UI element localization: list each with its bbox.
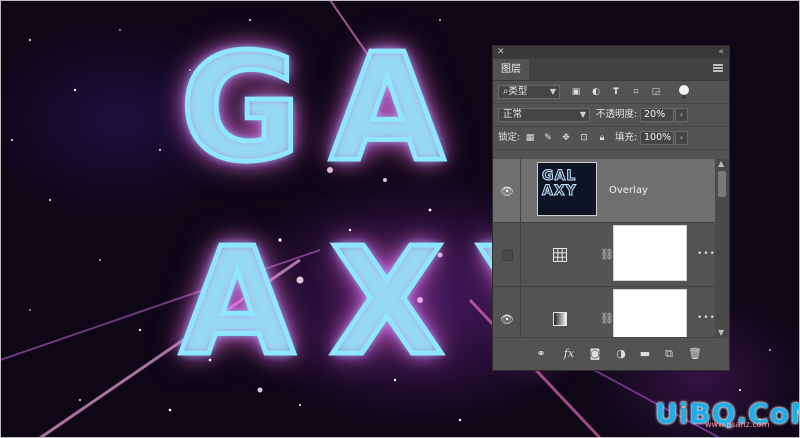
scroll-down-icon[interactable]: ▼ xyxy=(718,328,724,337)
opacity-label: 不透明度: xyxy=(596,109,638,120)
lock-position-icon[interactable]: ✥ xyxy=(561,133,571,143)
filter-kind-select[interactable]: ⌕类型 ▼ xyxy=(498,85,560,99)
visibility-toggle[interactable] xyxy=(493,223,521,287)
opacity-input[interactable]: 20% xyxy=(640,108,674,122)
eye-icon: 👁︎ xyxy=(500,185,514,198)
gradient-adjustment-icon[interactable] xyxy=(553,312,567,326)
lock-artboard-icon[interactable]: ⊡ xyxy=(579,133,589,143)
link-icon[interactable]: ⚭ xyxy=(533,346,549,362)
chain-link-icon[interactable]: ⛓︎ xyxy=(600,248,614,261)
layer-mask-thumbnail[interactable] xyxy=(613,289,687,337)
visibility-toggle[interactable]: 👁︎ xyxy=(493,159,521,223)
chevron-down-icon: ▼ xyxy=(579,110,586,119)
panel-titlebar: ✕ « xyxy=(493,46,729,59)
blend-mode-select[interactable]: 正常 ▼ xyxy=(498,108,590,122)
layer-name[interactable]: Overlay xyxy=(609,185,648,196)
lock-all-icon[interactable]: 🔒︎ xyxy=(597,133,607,143)
hidden-visibility-box xyxy=(502,250,513,261)
smart-object-filter-icon[interactable]: ◲ xyxy=(651,87,661,97)
fill-input[interactable]: 100% xyxy=(640,131,674,145)
chain-link-icon[interactable]: ⛓︎ xyxy=(600,312,614,325)
letter-g: G xyxy=(177,22,304,194)
layer-mask-thumbnail[interactable] xyxy=(613,225,687,281)
lock-pixels-icon[interactable]: ✎ xyxy=(543,133,553,143)
close-icon[interactable]: ✕ xyxy=(497,46,505,59)
mask-icon[interactable]: ◙ xyxy=(587,346,603,362)
fx-icon[interactable]: fx xyxy=(561,346,577,362)
letter-a-row2: A xyxy=(178,216,298,388)
grid-adjustment-icon[interactable] xyxy=(553,248,567,262)
filter-kind-value: 类型 xyxy=(508,86,528,97)
blend-row: 正常 ▼ 不透明度: 20% › xyxy=(493,104,729,127)
chevron-down-icon: ▼ xyxy=(549,87,556,96)
trash-icon[interactable]: 🗑︎ xyxy=(687,346,703,362)
tab-layers[interactable]: 图层 xyxy=(493,59,529,80)
collapse-icon[interactable]: « xyxy=(718,46,724,59)
visibility-toggle[interactable]: 👁︎ xyxy=(493,287,521,337)
fill-slider-toggle[interactable]: › xyxy=(675,131,688,145)
filter-row: ⌕类型 ▼ ▣ ◐ T ⌗ ◲ xyxy=(493,81,729,104)
shape-filter-icon[interactable]: ⌗ xyxy=(631,87,641,97)
letter-a: A xyxy=(328,22,448,194)
panel-menu-icon[interactable] xyxy=(713,64,723,72)
layers-panel: ✕ « 图层 ⌕类型 ▼ ▣ ◐ T ⌗ ◲ 正常 ▼ 不透明度: 20% › … xyxy=(492,45,730,371)
lock-transparent-icon[interactable]: ▦ xyxy=(525,133,535,143)
watermark-url: www.psahz.com xyxy=(705,420,770,429)
panel-footer: ⚭ fx ◙ ◑ ▬ ⧉ 🗑︎ xyxy=(493,337,729,370)
lock-row: 锁定: ▦ ✎ ✥ ⊡ 🔒︎ 填充: 100% › xyxy=(493,127,729,150)
lock-label: 锁定: xyxy=(498,132,521,143)
adjustment-icon[interactable]: ◑ xyxy=(613,346,629,362)
more-icon[interactable]: ••• xyxy=(697,249,715,259)
layers-list: 👁︎ GAL AXY Overlay ⛓︎ ••• 👁︎ ⛓︎ ••• xyxy=(493,159,715,337)
layer-row-gradient-adjustment[interactable]: 👁︎ ⛓︎ ••• xyxy=(493,287,715,337)
more-icon[interactable]: ••• xyxy=(697,313,715,323)
eye-icon: 👁︎ xyxy=(500,313,514,326)
filter-toggle-knob xyxy=(679,85,689,95)
fill-label: 填充: xyxy=(615,132,638,143)
image-filter-icon[interactable]: ▣ xyxy=(571,87,581,97)
blend-mode-value: 正常 xyxy=(503,109,523,120)
adjustment-filter-icon[interactable]: ◐ xyxy=(591,87,601,97)
new-layer-icon[interactable]: ⧉ xyxy=(661,346,677,362)
layer-row-grid-adjustment[interactable]: ⛓︎ ••• xyxy=(493,223,715,287)
thumbnail-text: GAL AXY xyxy=(542,168,577,199)
panel-tabbar: 图层 xyxy=(493,59,729,81)
folder-icon[interactable]: ▬ xyxy=(637,346,653,362)
scroll-up-icon[interactable]: ▲ xyxy=(718,159,724,168)
type-filter-icon[interactable]: T xyxy=(611,87,621,97)
layer-row-overlay[interactable]: 👁︎ GAL AXY Overlay xyxy=(493,159,715,223)
opacity-slider-toggle[interactable]: › xyxy=(675,108,688,122)
scroll-thumb[interactable] xyxy=(718,171,726,197)
filter-toggle[interactable] xyxy=(679,85,689,99)
layer-thumbnail[interactable]: GAL AXY xyxy=(537,162,597,216)
layers-scrollbar[interactable]: ▲ ▼ xyxy=(715,159,729,337)
letter-x: X xyxy=(327,216,446,388)
